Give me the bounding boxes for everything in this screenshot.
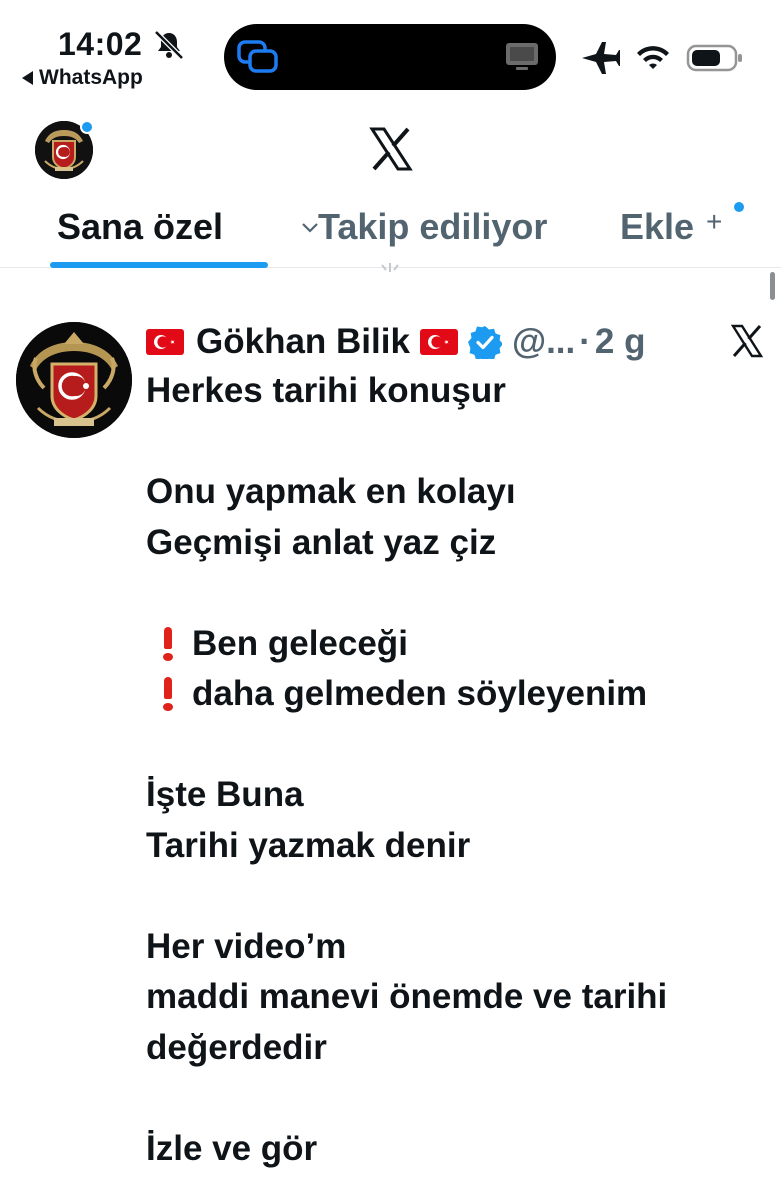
- post-line: İzle ve gör: [146, 1128, 318, 1168]
- x-logo-icon[interactable]: [730, 324, 764, 358]
- post-line: değerdedir: [146, 1027, 327, 1067]
- monitor-icon: [506, 43, 538, 70]
- exclamation-emoji-icon: [158, 677, 178, 712]
- post-author-handle[interactable]: @...: [512, 322, 575, 362]
- back-app-label: WhatsApp: [39, 66, 143, 89]
- tab-add-label: Ekle: [620, 206, 695, 247]
- back-to-app-link[interactable]: WhatsApp: [22, 66, 143, 90]
- post-line: Ben geleceği: [146, 619, 766, 670]
- screen-mirroring-icon: [237, 40, 278, 73]
- post-line: Geçmişi anlat yaz çiz: [146, 522, 497, 562]
- scrollbar[interactable]: [770, 272, 775, 300]
- post-text[interactable]: Herkes tarihi konuşur Onu yapmak en kola…: [146, 366, 766, 1174]
- active-tab-indicator: [50, 262, 268, 268]
- post-line: Her video’m: [146, 926, 347, 966]
- status-time: 14:02: [58, 26, 143, 62]
- timeline-tabs: Sana özel Takip ediliyor Ekle: [0, 196, 781, 268]
- chevron-down-icon: [302, 223, 318, 233]
- tab-following[interactable]: Takip ediliyor: [318, 206, 547, 248]
- airplane-icon: [582, 42, 620, 74]
- post-line-text: daha gelmeden söyleyenim: [192, 674, 648, 713]
- post-line: maddi manevi önemde ve tarihi: [146, 977, 668, 1016]
- tab-add[interactable]: Ekle: [620, 206, 694, 248]
- post-timestamp[interactable]: 2 g: [595, 322, 646, 362]
- tab-for-you[interactable]: Sana özel: [57, 206, 318, 248]
- tab-notification-dot: [734, 202, 744, 212]
- bell-muted-icon: [154, 30, 184, 60]
- verified-badge-icon: [467, 326, 502, 359]
- post-line: daha gelmeden söyleyenim: [146, 669, 766, 720]
- wifi-icon: [637, 46, 669, 69]
- turkey-flag-icon: [419, 329, 458, 355]
- plus-icon[interactable]: +: [706, 206, 722, 238]
- battery-icon: [686, 44, 742, 72]
- status-bar: 14:02 WhatsApp: [0, 0, 781, 100]
- post-author-avatar[interactable]: [16, 322, 132, 438]
- meta-separator: ·: [579, 322, 591, 361]
- post-line: Herkes tarihi konuşur: [146, 371, 506, 410]
- post-header: Gökhan Bilik @... · 2 g: [146, 318, 645, 366]
- system-icons: [580, 40, 744, 76]
- notification-dot: [80, 120, 94, 134]
- post-author-name[interactable]: Gökhan Bilik: [196, 322, 410, 362]
- loading-spinner-icon: [381, 263, 399, 272]
- post-line: İşte Buna: [146, 775, 304, 814]
- post-line: Onu yapmak en kolayı: [146, 472, 516, 511]
- turkey-flag-icon: [146, 329, 184, 355]
- exclamation-emoji-icon: [158, 626, 178, 661]
- x-logo-icon[interactable]: [368, 126, 414, 172]
- tab-for-you-label: Sana özel: [57, 206, 224, 247]
- post-line: Tarihi yazmak denir: [146, 825, 471, 865]
- dynamic-island[interactable]: [224, 24, 556, 90]
- tab-following-label: Takip ediliyor: [318, 206, 548, 247]
- post-line-text: Ben geleceği: [192, 623, 408, 663]
- crest-avatar-icon: [16, 322, 132, 438]
- back-triangle-icon: [22, 71, 33, 85]
